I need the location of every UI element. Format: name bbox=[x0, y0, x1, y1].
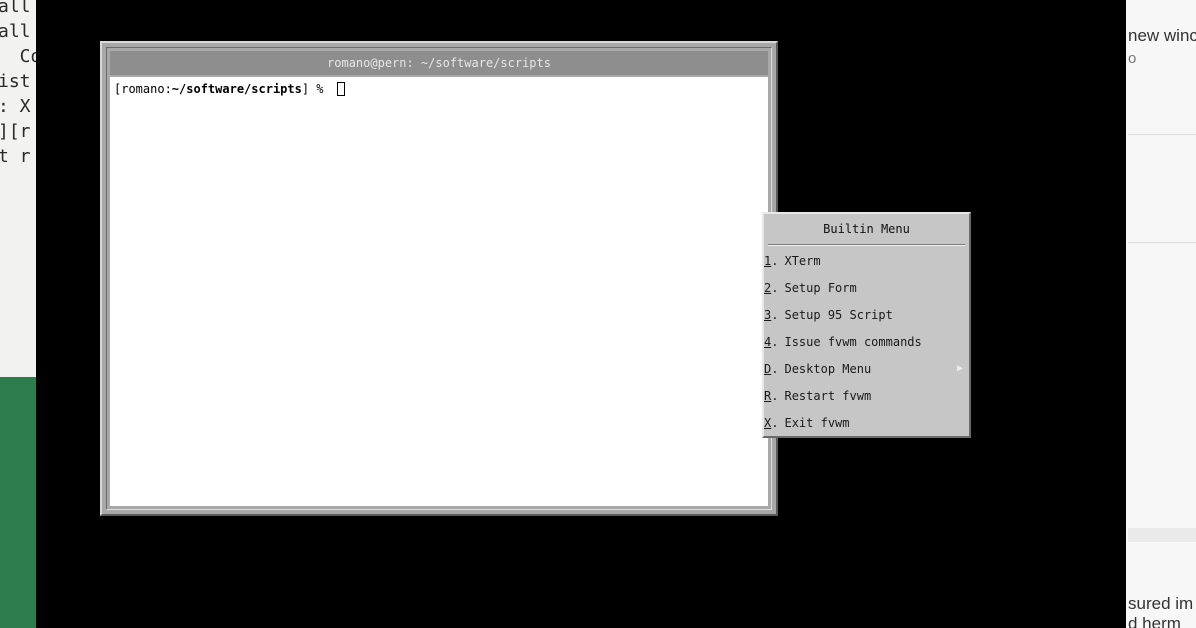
menu-item-desktop-menu[interactable]: D. Desktop Menu ▶ bbox=[764, 359, 969, 379]
prompt-path: ~/software/scripts bbox=[171, 82, 302, 96]
menu-item-key: D bbox=[764, 362, 772, 376]
window-titlebar[interactable]: romano@pern: ~/software/scripts bbox=[110, 51, 768, 75]
background-terminal-left: all all Co ist : X ][r t r bbox=[0, 0, 36, 628]
menu-item-label: XTerm bbox=[784, 254, 821, 268]
menu-item-key: 4 bbox=[764, 335, 772, 349]
menu-item-label: Desktop Menu bbox=[784, 362, 872, 376]
menu-item-setup-95-script[interactable]: 3. Setup 95 Script bbox=[764, 305, 969, 325]
menu-item-key: X bbox=[764, 416, 772, 430]
prompt-end: ] % bbox=[301, 82, 331, 96]
divider bbox=[1128, 134, 1196, 135]
background-band bbox=[1128, 528, 1196, 542]
terminal-screen[interactable]: [romano:~/software/scripts] % bbox=[110, 77, 768, 506]
menu-item-label: Setup 95 Script bbox=[784, 308, 893, 322]
menu-title: Builtin Menu bbox=[823, 222, 910, 236]
menu-item-setup-form[interactable]: 2. Setup Form bbox=[764, 278, 969, 298]
xterm-window[interactable]: romano@pern: ~/software/scripts [romano:… bbox=[100, 41, 778, 516]
background-text-3: sured im bbox=[1128, 594, 1194, 613]
menu-item-key: 2 bbox=[764, 281, 772, 295]
menu-item-label: Setup Form bbox=[784, 281, 857, 295]
menu-item-key: 1 bbox=[764, 254, 772, 268]
text-cursor bbox=[336, 82, 345, 96]
background-text-4: d herm bbox=[1128, 614, 1181, 628]
menu-item-label: Issue fvwm commands bbox=[784, 335, 922, 349]
background-text-1: new winc bbox=[1128, 26, 1196, 45]
background-green-panel bbox=[0, 377, 36, 628]
background-page-right: new winc o sured im d herm bbox=[1126, 0, 1196, 628]
menu-item-label: Exit fvwm bbox=[784, 416, 850, 430]
builtin-menu: Builtin Menu 1. XTerm 2. Setup Form 3. Setu… bbox=[762, 212, 971, 438]
menu-item-restart-fvwm[interactable]: R. Restart fvwm bbox=[764, 386, 969, 406]
background-terminal-text: all all Co ist : X ][r t r bbox=[0, 0, 36, 167]
menu-item-key: 3 bbox=[764, 308, 772, 322]
prompt-user: [romano: bbox=[114, 82, 172, 96]
menu-item-key: R bbox=[764, 389, 772, 403]
divider bbox=[1128, 242, 1196, 243]
menu-item-exit-fvwm[interactable]: X. Exit fvwm bbox=[764, 413, 969, 433]
menu-item-issue-fvwm-commands[interactable]: 4. Issue fvwm commands bbox=[764, 332, 969, 352]
menu-separator bbox=[768, 244, 965, 246]
shell-prompt: [romano:~/software/scripts] % bbox=[114, 81, 345, 97]
submenu-arrow-icon: ▶ bbox=[956, 363, 963, 374]
menu-item-xterm[interactable]: 1. XTerm bbox=[764, 251, 969, 271]
menu-item-label: Restart fvwm bbox=[784, 389, 872, 403]
background-text-2: o bbox=[1128, 50, 1137, 67]
